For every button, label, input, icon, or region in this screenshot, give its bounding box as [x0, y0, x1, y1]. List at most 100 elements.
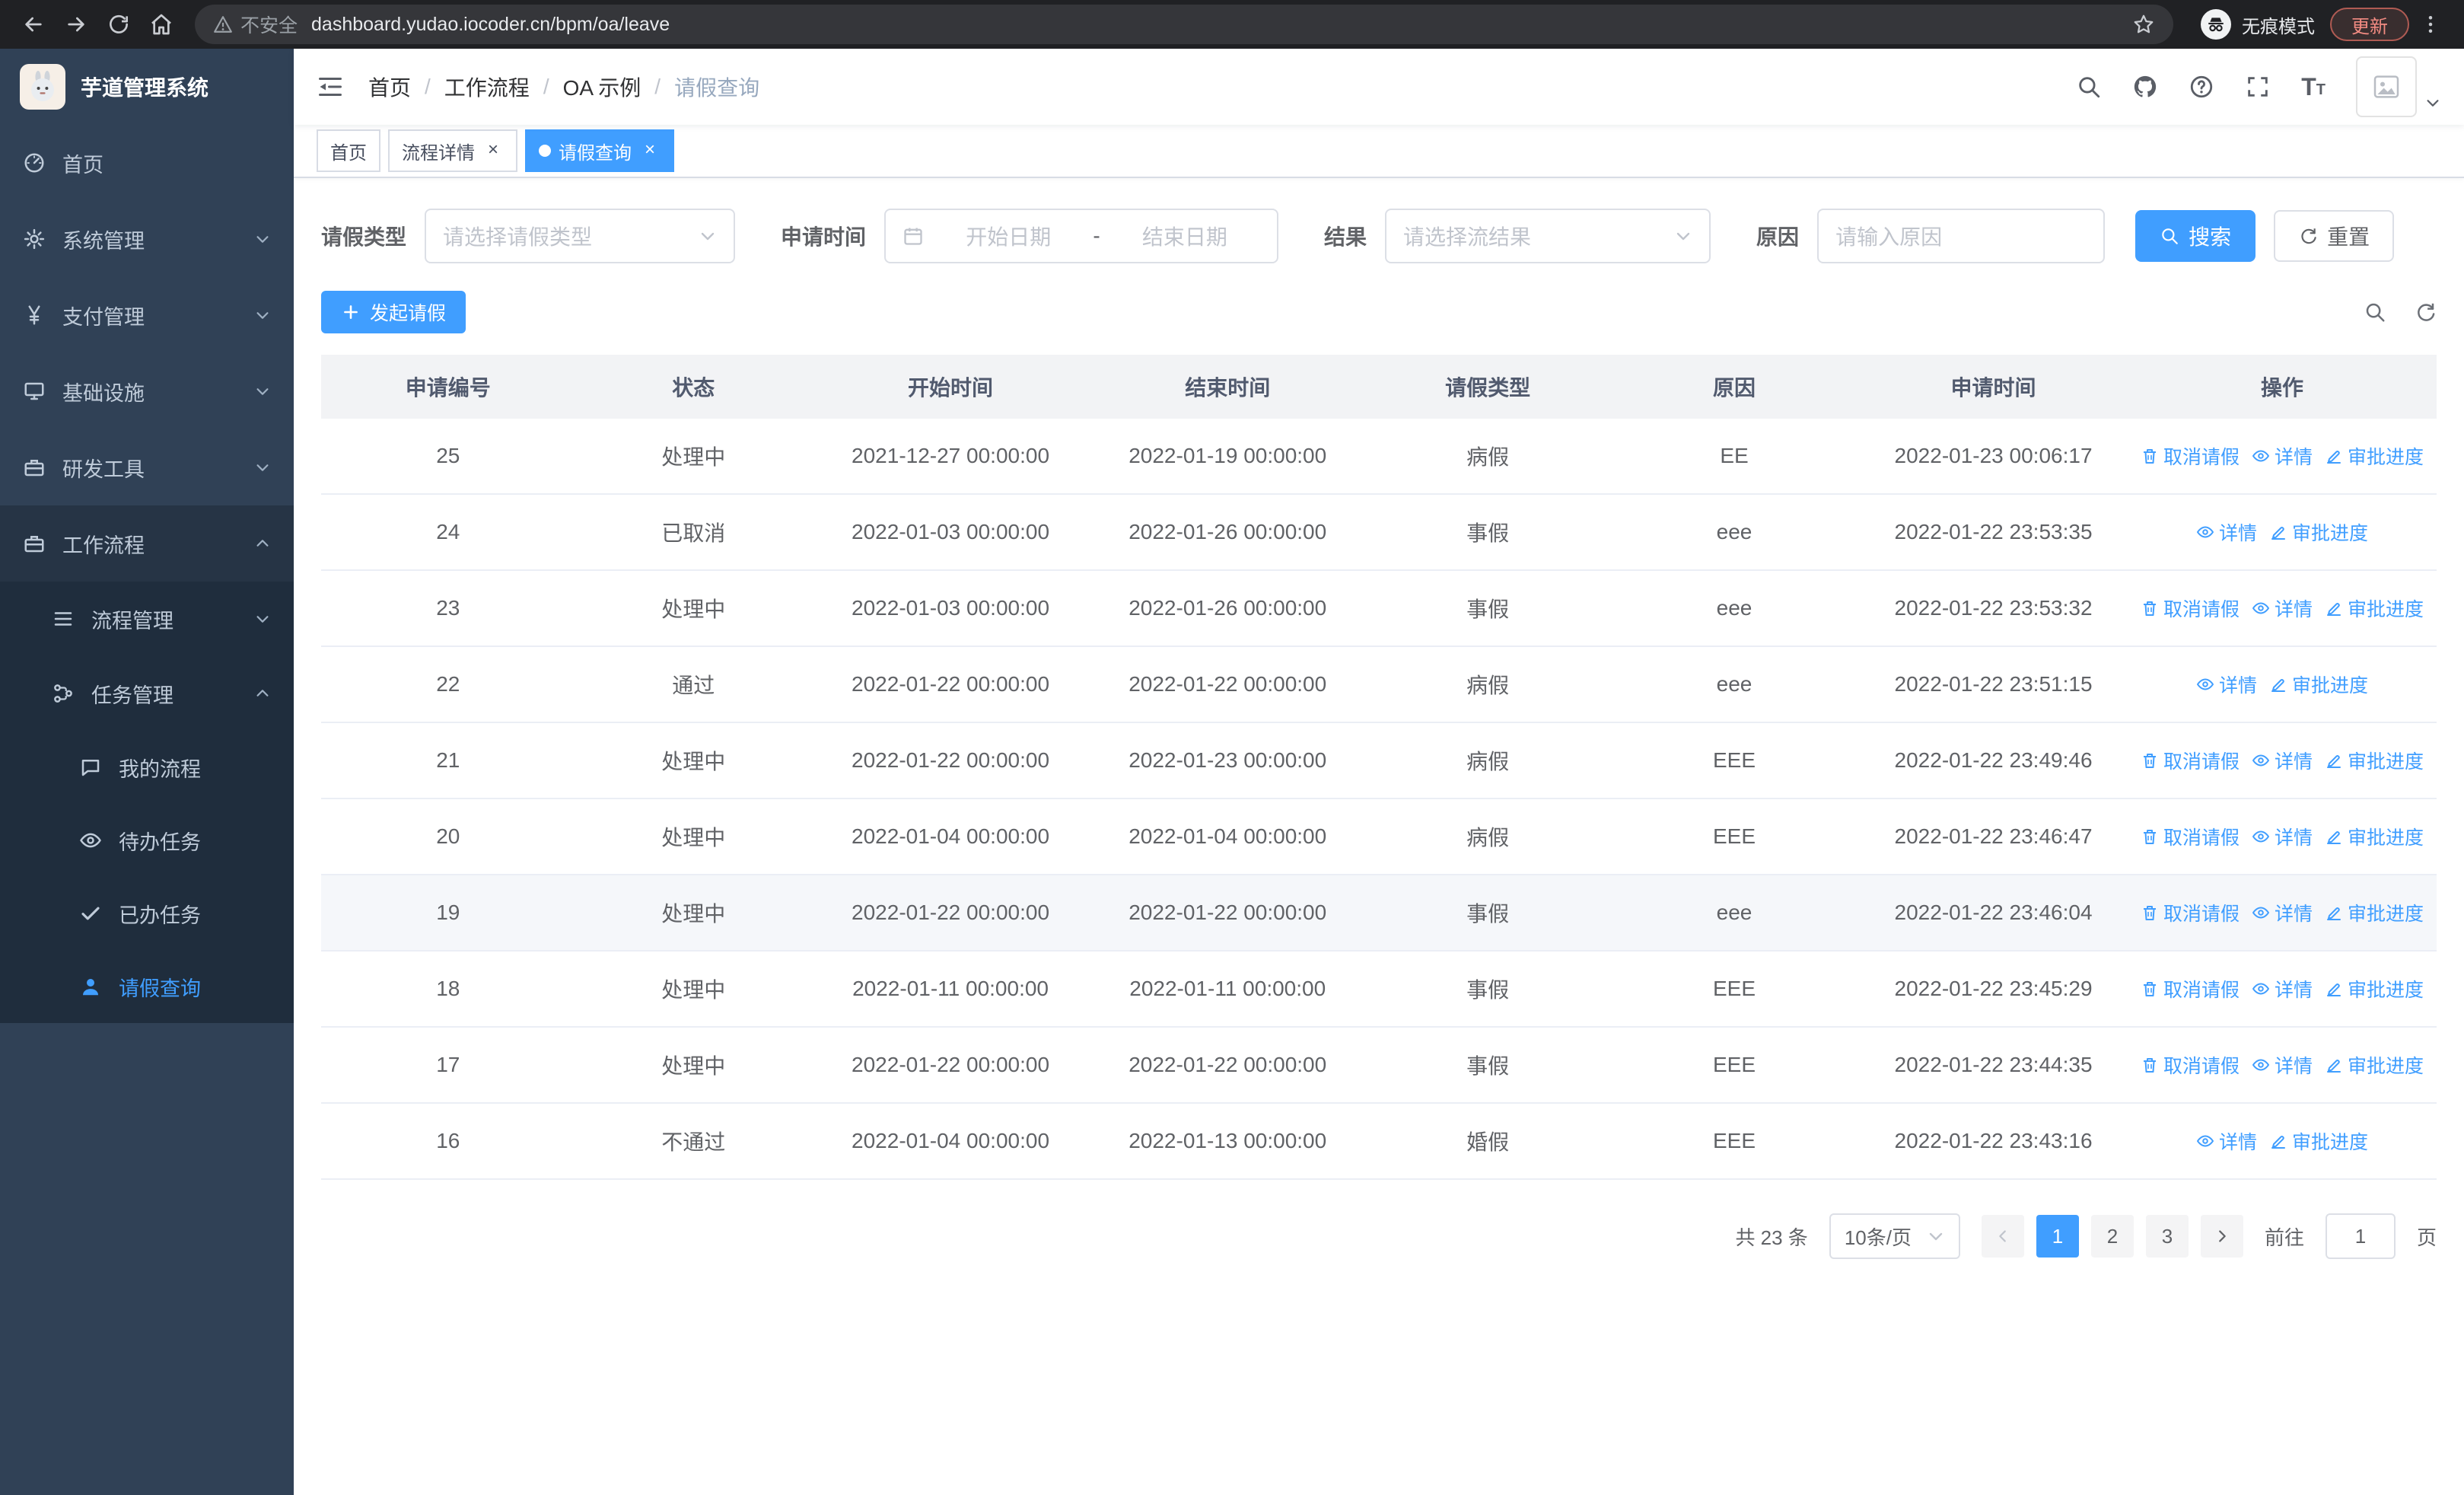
- sidebar-item-system-management[interactable]: 系统管理: [0, 201, 294, 277]
- cancel-leave-link[interactable]: 取消请假: [2141, 823, 2240, 850]
- calendar-icon: [903, 225, 924, 247]
- sidebar-toggle-icon[interactable]: [317, 73, 344, 100]
- user-avatar[interactable]: [2356, 56, 2441, 117]
- sidebar-item-my-process[interactable]: 我的流程: [0, 731, 294, 804]
- page-size-select[interactable]: 10条/页: [1829, 1213, 1960, 1259]
- chevron-down-icon: [254, 307, 271, 324]
- incognito-label: 无痕模式: [2242, 16, 2315, 37]
- detail-link[interactable]: 详情: [2252, 594, 2313, 622]
- cancel-leave-link[interactable]: 取消请假: [2141, 1051, 2240, 1079]
- reason-label: 原因: [1756, 225, 1800, 249]
- breadcrumb-item[interactable]: 工作流程: [444, 72, 530, 102]
- update-button[interactable]: 更新: [2330, 8, 2409, 41]
- leave-type-select[interactable]: 请选择请假类型: [425, 209, 736, 263]
- reason-input[interactable]: 请输入原因: [1817, 209, 2106, 263]
- approval-progress-link[interactable]: 审批进度: [2269, 671, 2368, 698]
- tab-close-icon[interactable]: [482, 140, 504, 161]
- sidebar-item-home[interactable]: 首页: [0, 125, 294, 201]
- detail-link[interactable]: 详情: [2252, 823, 2313, 850]
- cell-leave-type: 事假: [1366, 570, 1609, 647]
- table-search-toggle-icon[interactable]: [2364, 301, 2386, 324]
- browser-home-icon[interactable]: [140, 3, 183, 46]
- detail-link[interactable]: 详情: [2196, 518, 2257, 546]
- create-leave-button[interactable]: 发起请假: [321, 291, 466, 333]
- font-size-icon[interactable]: [2301, 73, 2326, 101]
- detail-link[interactable]: 详情: [2252, 1051, 2313, 1079]
- cancel-leave-link[interactable]: 取消请假: [2141, 747, 2240, 774]
- approval-progress-link[interactable]: 审批进度: [2325, 442, 2424, 470]
- approval-progress-link[interactable]: 审批进度: [2269, 518, 2368, 546]
- bookmark-star-icon[interactable]: [2132, 13, 2155, 36]
- help-icon[interactable]: [2189, 74, 2214, 100]
- approval-progress-link[interactable]: 审批进度: [2325, 975, 2424, 1003]
- search-button[interactable]: 搜索: [2135, 210, 2256, 262]
- eye-icon: [2196, 1132, 2214, 1150]
- cell-leave-type: 病假: [1366, 419, 1609, 495]
- approval-progress-link[interactable]: 审批进度: [2269, 1127, 2368, 1155]
- detail-link-label: 详情: [2275, 979, 2313, 1001]
- page-button-2[interactable]: 2: [2090, 1215, 2134, 1258]
- sidebar-item-todo-tasks[interactable]: 待办任务: [0, 804, 294, 877]
- sidebar-item-payment-management[interactable]: 支付管理: [0, 277, 294, 353]
- approval-progress-link[interactable]: 审批进度: [2325, 747, 2424, 774]
- cancel-leave-link[interactable]: 取消请假: [2141, 442, 2240, 470]
- cell-reason: EEE: [1609, 1103, 1860, 1180]
- security-chip[interactable]: 不安全: [213, 11, 298, 38]
- column-header: 申请编号: [321, 355, 575, 419]
- detail-link[interactable]: 详情: [2252, 899, 2313, 926]
- cell-end-time: 2022-01-22 00:00:00: [1089, 646, 1367, 723]
- detail-link[interactable]: 详情: [2252, 747, 2313, 774]
- result-select[interactable]: 请选择流结果: [1385, 209, 1711, 263]
- detail-link[interactable]: 详情: [2252, 975, 2313, 1003]
- detail-link[interactable]: 详情: [2252, 442, 2313, 470]
- sidebar-item-done-tasks[interactable]: 已办任务: [0, 877, 294, 950]
- breadcrumb-item[interactable]: OA 示例: [563, 72, 641, 102]
- next-page-button[interactable]: [2200, 1215, 2243, 1258]
- sidebar-item-leave-query[interactable]: 请假查询: [0, 950, 294, 1023]
- trash-icon: [2141, 904, 2159, 922]
- page-button-3[interactable]: 3: [2145, 1215, 2189, 1258]
- sidebar-item-label: 待办任务: [119, 830, 201, 854]
- detail-link[interactable]: 详情: [2196, 671, 2257, 698]
- approval-progress-link[interactable]: 审批进度: [2325, 1051, 2424, 1079]
- app-logo[interactable]: 芋道管理系统: [0, 49, 294, 125]
- reset-button[interactable]: 重置: [2274, 210, 2395, 262]
- github-icon[interactable]: [2132, 74, 2158, 100]
- goto-page-input[interactable]: [2325, 1213, 2396, 1259]
- tab-process-detail[interactable]: 流程详情: [388, 129, 517, 172]
- prev-page-button[interactable]: [1981, 1215, 2024, 1258]
- table-refresh-icon[interactable]: [2414, 301, 2437, 324]
- approval-progress-link[interactable]: 审批进度: [2325, 823, 2424, 850]
- incognito-badge: 无痕模式: [2201, 9, 2315, 40]
- page-button-1[interactable]: 1: [2036, 1215, 2079, 1258]
- cancel-leave-link[interactable]: 取消请假: [2141, 975, 2240, 1003]
- trash-icon: [2141, 751, 2159, 770]
- sidebar-item-task-management[interactable]: 任务管理: [0, 656, 294, 731]
- tab-close-icon[interactable]: [639, 140, 661, 161]
- sidebar-item-workflow[interactable]: 工作流程: [0, 505, 294, 582]
- apply-time-range-picker[interactable]: 开始日期 - 结束日期: [884, 209, 1279, 263]
- sidebar-item-process-management[interactable]: 流程管理: [0, 582, 294, 656]
- browser-forward-icon[interactable]: [55, 3, 97, 46]
- tab-home[interactable]: 首页: [317, 129, 380, 172]
- header-search-icon[interactable]: [2076, 74, 2102, 100]
- cancel-leave-link[interactable]: 取消请假: [2141, 594, 2240, 622]
- browser-reload-icon[interactable]: [97, 3, 140, 46]
- browser-back-icon[interactable]: [12, 3, 55, 46]
- approval-progress-link[interactable]: 审批进度: [2325, 899, 2424, 926]
- app-header: 首页 / 工作流程 / OA 示例 / 请假查询: [294, 49, 2464, 125]
- sidebar-item-dev-tools[interactable]: 研发工具: [0, 429, 294, 505]
- page-size-value: 10条/页: [1844, 1226, 1912, 1249]
- cancel-leave-link[interactable]: 取消请假: [2141, 899, 2240, 926]
- browser-menu-icon[interactable]: [2409, 3, 2452, 46]
- cell-end-time: 2022-01-11 00:00:00: [1089, 951, 1367, 1028]
- approval-progress-link[interactable]: 审批进度: [2325, 594, 2424, 622]
- tab-leave-query[interactable]: 请假查询: [525, 129, 674, 172]
- approval-progress-link-label: 审批进度: [2292, 522, 2369, 544]
- breadcrumb-item[interactable]: 首页: [368, 72, 411, 102]
- message-icon: [79, 756, 102, 779]
- detail-link[interactable]: 详情: [2196, 1127, 2257, 1155]
- address-bar[interactable]: 不安全 dashboard.yudao.iocoder.cn/bpm/oa/le…: [195, 5, 2173, 44]
- fullscreen-icon[interactable]: [2245, 74, 2271, 100]
- sidebar-item-infrastructure[interactable]: 基础设施: [0, 353, 294, 429]
